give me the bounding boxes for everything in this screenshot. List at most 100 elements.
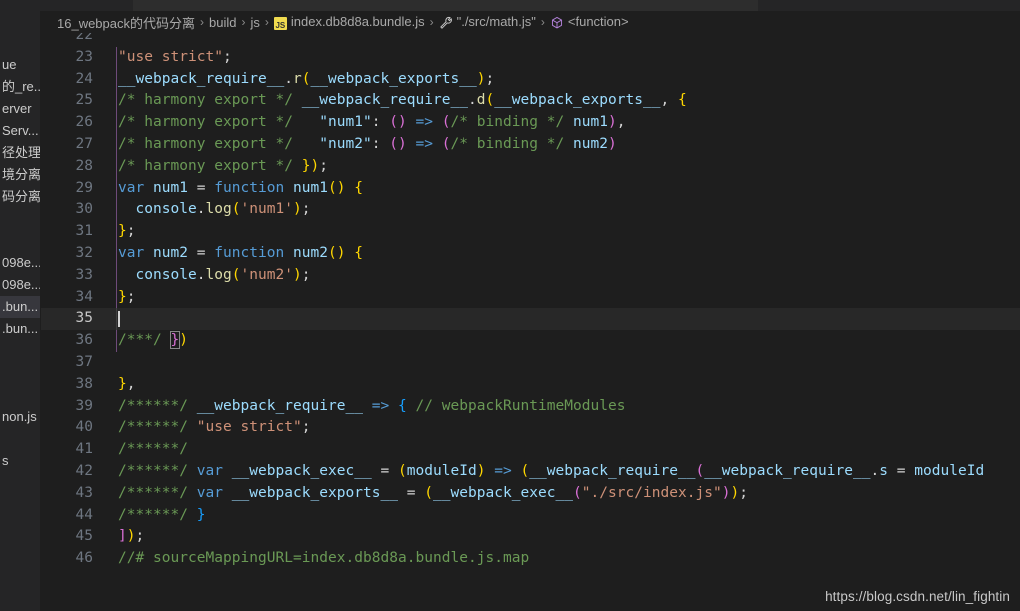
code-token: } (301, 157, 311, 174)
sidebar-item[interactable]: 径处理 (0, 142, 41, 164)
code-token: . (196, 266, 206, 283)
line-number: 38 (75, 375, 93, 392)
line-number: 34 (75, 288, 93, 305)
sidebar-item[interactable]: ue (0, 54, 41, 76)
code-token: . (870, 462, 880, 479)
code-token: ; (135, 528, 145, 545)
code-line[interactable]: 32 var num2 = function num2() { (41, 242, 1020, 265)
sidebar-item[interactable]: s (0, 450, 41, 472)
code-token: ) (476, 462, 486, 479)
line-number: 35 (75, 310, 93, 327)
code-line[interactable]: 43 /******/ var __webpack_exports__ = (__… (41, 483, 1020, 505)
sidebar-item[interactable]: .bun... (0, 296, 41, 318)
code-line[interactable]: 35 (41, 308, 1020, 331)
breadcrumb-item[interactable]: <function> (550, 14, 629, 30)
code-token: "./src/index.js" (581, 484, 722, 501)
code-token: ; (223, 48, 232, 65)
code-line[interactable]: 36 /***/ }) (41, 330, 1020, 352)
code-token: = (398, 484, 425, 501)
breadcrumb-item[interactable]: js (250, 15, 259, 30)
sidebar-item[interactable]: Serv... (0, 120, 41, 142)
indent-guide (116, 90, 117, 113)
code-text: /******/ } (118, 505, 206, 527)
explorer-sidebar[interactable]: ue的_re...erverServ...径处理境分离码分离 098e....0… (0, 11, 41, 611)
code-line[interactable]: 25 /* harmony export */ __webpack_require… (41, 90, 1020, 113)
breadcrumb-separator: › (540, 15, 545, 29)
code-line[interactable]: 30 console.log('num1'); (41, 199, 1020, 222)
sidebar-item[interactable]: non.js (0, 406, 41, 428)
code-token: ) (293, 201, 302, 218)
code-line[interactable]: 44 /******/ } (41, 505, 1020, 527)
code-token: = (188, 179, 215, 196)
code-line[interactable]: 34}; (41, 286, 1020, 309)
code-line[interactable]: 29 var num1 = function num1() { (41, 177, 1020, 200)
breadcrumb-item[interactable]: JS index.db8d8a.bundle.js (273, 14, 425, 30)
indent-guide (116, 264, 117, 287)
code-token: } (118, 375, 127, 392)
code-token: ( (573, 484, 582, 501)
breadcrumb[interactable]: 16_webpack的代码分离 › build › js › JS index.db8d8a.… (41, 11, 1020, 33)
code-token: ( (424, 484, 433, 501)
sidebar-item[interactable]: 境分离 (0, 164, 41, 186)
code-token: __webpack_require__ (196, 397, 363, 414)
code-token: s (879, 462, 888, 479)
code-token: ( (695, 462, 705, 479)
code-token: __webpack_exports__ (231, 484, 398, 501)
code-token: console (135, 201, 197, 218)
breadcrumb-item[interactable]: 16_webpack的代码分离 (57, 13, 195, 32)
code-line[interactable]: 46 //# sourceMappingURL=index.db8d8a.bund… (41, 548, 1020, 570)
sidebar-item[interactable]: 098e.... (0, 274, 41, 296)
code-line[interactable]: 37 (41, 352, 1020, 374)
code-line[interactable]: 22 (41, 33, 1020, 47)
code-token: num1 (153, 179, 188, 196)
editor-tab-active[interactable] (133, 0, 758, 11)
code-token: /* harmony export */ (118, 157, 302, 174)
code-line[interactable]: 40 /******/ "use strict"; (41, 417, 1020, 439)
sidebar-item (0, 362, 41, 384)
code-line[interactable]: 31}; (41, 221, 1020, 243)
code-token: function (214, 244, 285, 261)
sidebar-item[interactable]: .bun... (0, 318, 41, 340)
line-number: 32 (75, 244, 93, 261)
code-line[interactable]: 27/* harmony export */ "num2": () => (/*… (41, 133, 1020, 156)
code-line[interactable]: 41 /******/ (41, 439, 1020, 461)
sidebar-item[interactable]: 098e.... (0, 252, 41, 274)
code-line[interactable]: 33 console.log('num2'); (41, 264, 1020, 287)
indent-guide (116, 330, 117, 352)
code-token: ( (485, 92, 495, 109)
line-number: 30 (75, 201, 93, 218)
code-token: { (354, 179, 363, 196)
sidebar-item[interactable]: 的_re... (0, 76, 41, 98)
code-line[interactable]: 26/* harmony export */ "num1": () => (/*… (41, 112, 1020, 134)
code-token: { (398, 397, 407, 414)
breadcrumb-item[interactable]: build (209, 15, 236, 30)
code-token: ) (126, 528, 136, 545)
indent-guide (116, 155, 117, 178)
sidebar-item (0, 32, 41, 54)
code-line[interactable]: 45]); (41, 526, 1020, 548)
code-line[interactable]: 23 "use strict"; (41, 46, 1020, 69)
code-line[interactable]: 39 /******/ __webpack_require__ => { // w… (41, 396, 1020, 418)
line-number: 22 (75, 33, 93, 43)
breadcrumb-item[interactable]: "./src/math.js" (439, 14, 536, 30)
wrench-icon (439, 16, 453, 30)
sidebar-item[interactable]: 码分离 (0, 186, 41, 208)
code-token: "num2" (319, 135, 372, 152)
code-line[interactable]: 28 /* harmony export */ }); (41, 155, 1020, 178)
breadcrumb-item-label: index.db8d8a.bundle.js (290, 14, 425, 30)
code-line[interactable]: 42/******/ var __webpack_exec__ = (modul… (41, 461, 1020, 483)
code-token: ) (721, 484, 731, 501)
code-line[interactable]: 24 __webpack_require__.r(__webpack_export… (41, 68, 1020, 91)
code-line[interactable]: 38}, (41, 374, 1020, 396)
sidebar-item[interactable]: erver (0, 98, 41, 120)
code-editor[interactable]: 22 23 "use strict"; 24 __webpack_require__.r… (41, 33, 1020, 611)
code-token: ( (389, 135, 398, 152)
